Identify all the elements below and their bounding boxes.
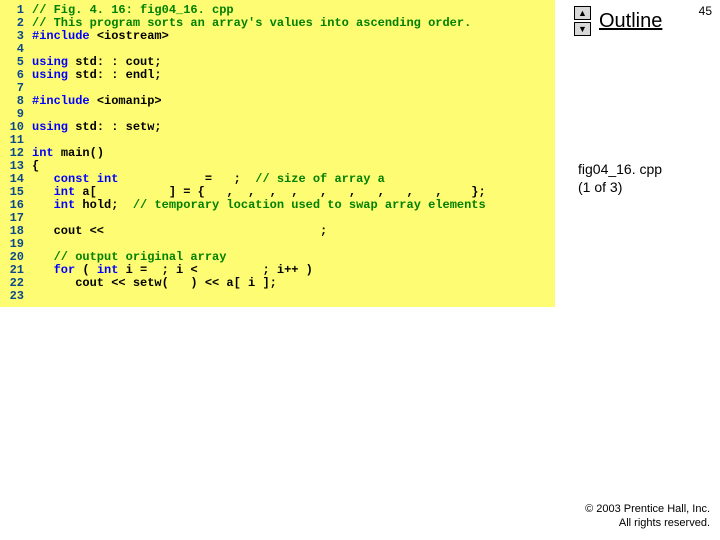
code-text: cout << setw( ) << a[ i ]; bbox=[32, 277, 277, 290]
code-text: std: : endl; bbox=[75, 68, 161, 82]
code-text: <iostream> bbox=[97, 29, 169, 43]
code-text: <iomanip> bbox=[97, 94, 162, 108]
code-text: int bbox=[32, 198, 82, 212]
line-number: 7 bbox=[0, 82, 32, 95]
slide: 1// Fig. 4. 16: fig04_16. cpp 2// This p… bbox=[0, 0, 720, 540]
caption-part: (1 of 3) bbox=[578, 178, 662, 196]
code-text: hold; bbox=[82, 198, 132, 212]
outline-up-button[interactable]: ▲ bbox=[574, 6, 591, 20]
code-text: using bbox=[32, 55, 75, 69]
line-number: 3 bbox=[0, 30, 32, 43]
code-text: for bbox=[32, 263, 82, 277]
code-text: #include bbox=[32, 94, 97, 108]
line-number: 2 bbox=[0, 17, 32, 30]
code-text: = ; bbox=[205, 172, 255, 186]
code-text: cout << ; bbox=[32, 225, 327, 238]
page-number: 45 bbox=[699, 4, 712, 18]
code-text: // temporary location used to swap array… bbox=[133, 198, 486, 212]
right-panel: 45 ▲ ▼ Outline fig04_16. cpp (1 of 3) © … bbox=[560, 0, 720, 540]
code-text: int bbox=[97, 263, 126, 277]
code-text: std: : cout; bbox=[75, 55, 161, 69]
code-text: i = ; i < ; i++ ) bbox=[126, 263, 313, 277]
code-text: a[ ] = { , , , , , , , , , }; bbox=[82, 185, 485, 199]
code-text: // size of array a bbox=[255, 172, 385, 186]
line-number: 5 bbox=[0, 56, 32, 69]
line-number: 6 bbox=[0, 69, 32, 82]
code-text: ( bbox=[82, 263, 96, 277]
copyright-line: All rights reserved. bbox=[585, 516, 710, 530]
outline-title[interactable]: Outline bbox=[599, 10, 662, 33]
code-text: main() bbox=[61, 146, 104, 160]
code-text: int bbox=[32, 185, 82, 199]
up-arrow-icon: ▲ bbox=[578, 8, 587, 18]
code-text: std: : setw; bbox=[75, 120, 161, 134]
outline-down-button[interactable]: ▼ bbox=[574, 22, 591, 36]
code-text: const int bbox=[32, 172, 205, 186]
code-text: using bbox=[32, 120, 75, 134]
slide-caption: fig04_16. cpp (1 of 3) bbox=[578, 160, 662, 196]
outline-header: ▲ ▼ Outline bbox=[574, 6, 662, 36]
outline-nav-buttons: ▲ ▼ bbox=[574, 6, 591, 36]
code-text: int bbox=[32, 146, 61, 160]
line-number: 1 bbox=[0, 4, 32, 17]
code-text: using bbox=[32, 68, 75, 82]
copyright-line: © 2003 Prentice Hall, Inc. bbox=[585, 502, 710, 516]
line-number: 8 bbox=[0, 95, 32, 108]
line-number: 23 bbox=[0, 290, 32, 303]
caption-filename: fig04_16. cpp bbox=[578, 160, 662, 178]
line-number: 4 bbox=[0, 43, 32, 56]
code-listing: 1// Fig. 4. 16: fig04_16. cpp 2// This p… bbox=[0, 0, 555, 307]
copyright: © 2003 Prentice Hall, Inc. All rights re… bbox=[585, 502, 710, 530]
code-text: #include bbox=[32, 29, 97, 43]
down-arrow-icon: ▼ bbox=[578, 24, 587, 34]
